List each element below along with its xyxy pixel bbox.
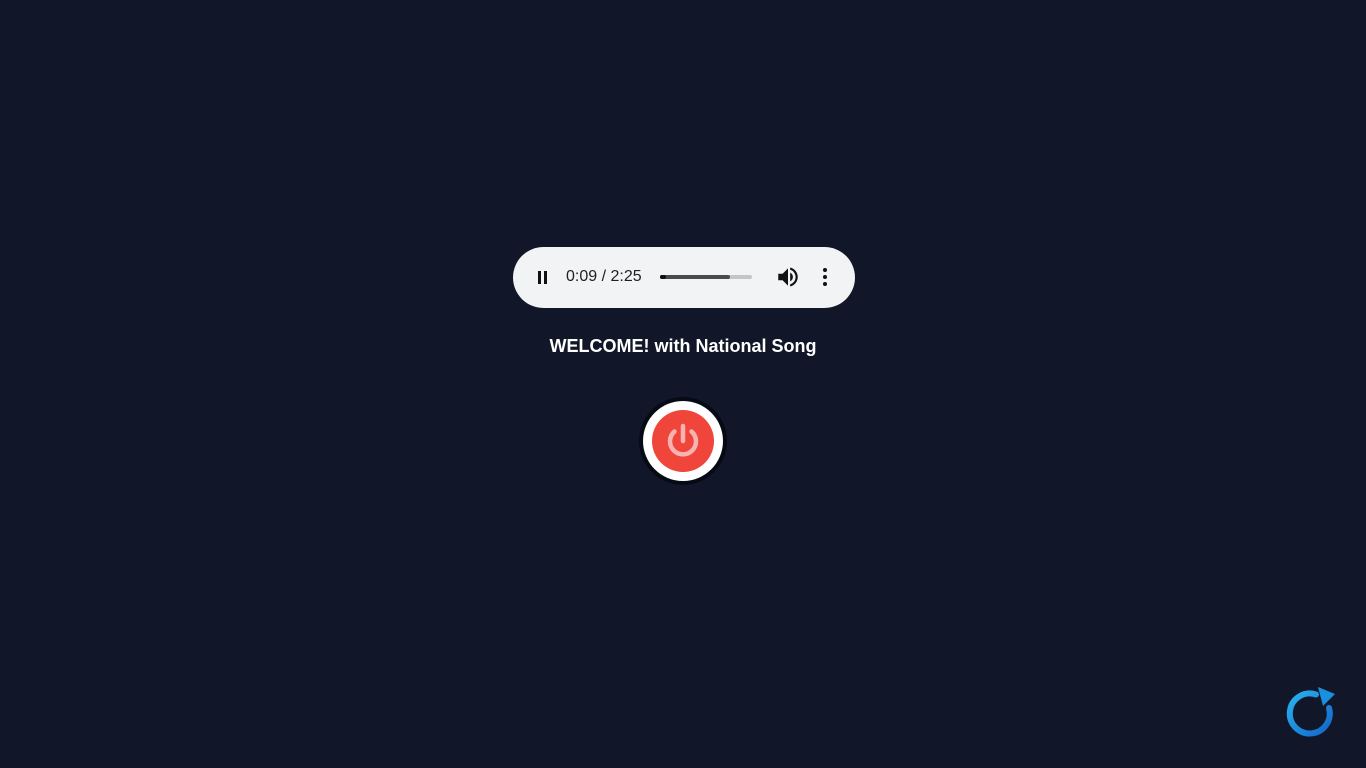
reload-icon	[1286, 687, 1335, 737]
pause-button[interactable]	[531, 263, 555, 291]
current-time: 0:09	[566, 268, 598, 285]
welcome-heading: WELCOME! with National Song	[549, 336, 817, 356]
seek-buffered	[660, 275, 730, 279]
volume-button[interactable]	[775, 264, 801, 290]
seek-slider[interactable]	[660, 275, 752, 279]
power-icon	[667, 423, 699, 457]
duration: 2:25	[610, 268, 642, 285]
more-options-button[interactable]	[815, 264, 835, 290]
page: 0:09 / 2:25 WELCOME! with National Song	[0, 0, 1366, 768]
time-separator: /	[597, 268, 611, 285]
time-display: 0:09 / 2:25	[566, 268, 642, 286]
power-button[interactable]	[639, 397, 727, 485]
reload-button[interactable]	[1283, 685, 1341, 743]
power-button-ring	[643, 401, 723, 481]
seek-played	[660, 275, 666, 279]
audio-player[interactable]: 0:09 / 2:25	[513, 247, 855, 308]
volume-icon	[778, 267, 798, 287]
more-vertical-icon	[823, 268, 827, 286]
power-button-core	[652, 410, 714, 472]
